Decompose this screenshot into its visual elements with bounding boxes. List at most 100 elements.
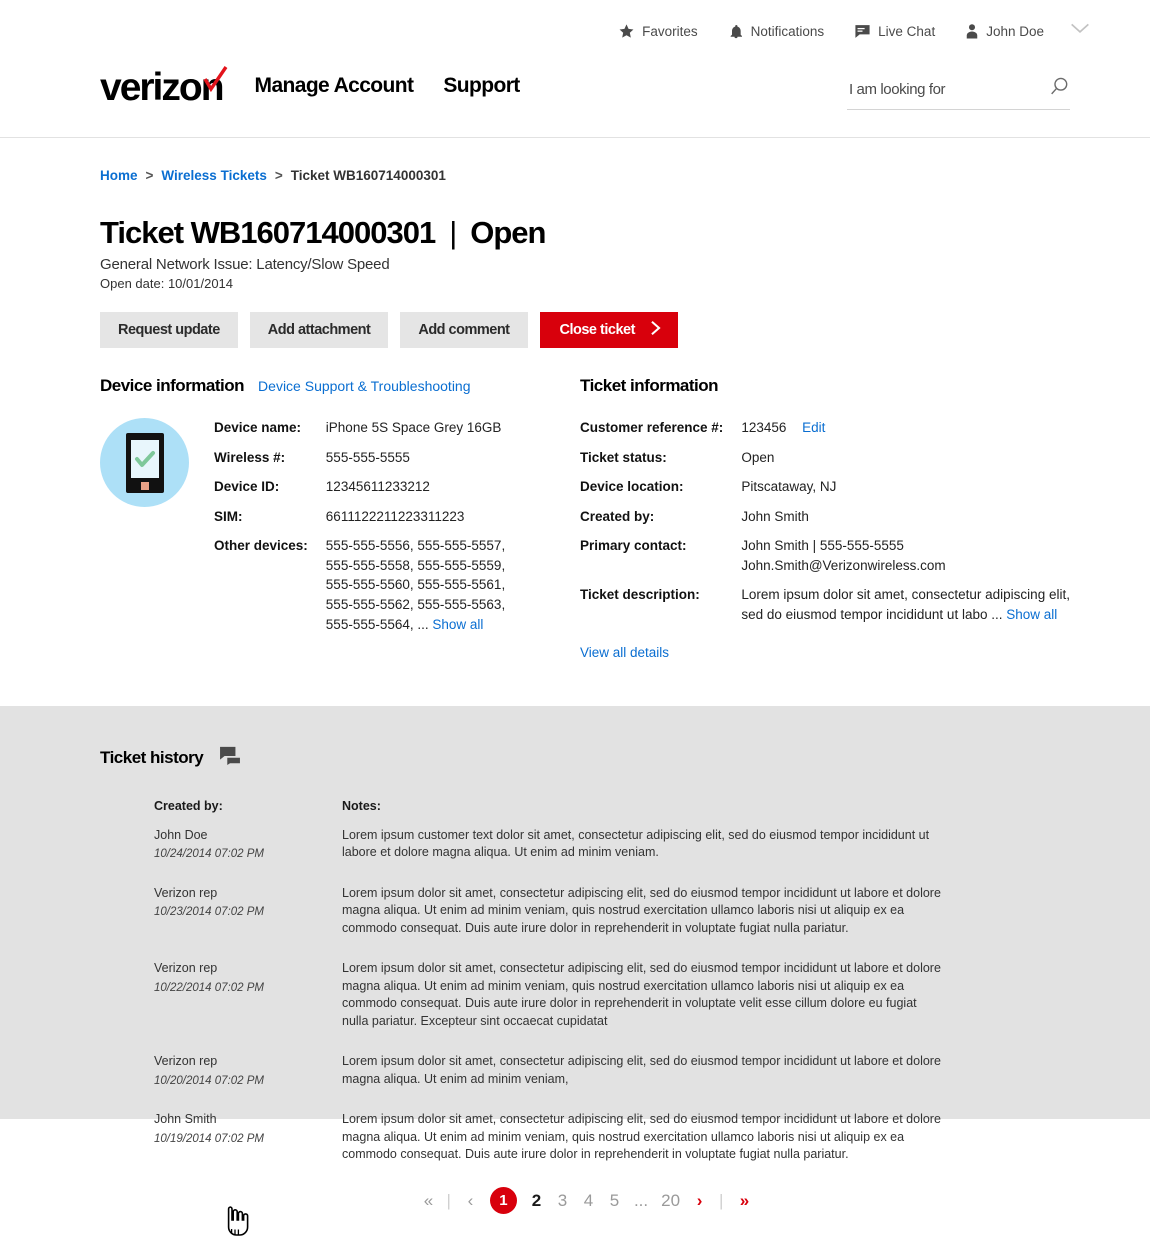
nav-manage-account[interactable]: Manage Account [255,74,414,98]
history-author-cell: Verizon rep 10/20/2014 07:02 PM [153,1052,341,1110]
utility-item-account[interactable]: John Doe [965,23,1044,40]
column-notes: Notes: [342,798,381,813]
field-label: Created by: [580,508,655,524]
search-icon[interactable] [1048,76,1070,103]
account-dropdown-toggle[interactable] [1070,22,1090,40]
table-row: Device location: Pitscataway, NJ [580,477,1070,507]
utility-item-notifications[interactable]: Notifications [728,23,825,40]
primary-contact-name-phone: John Smith | 555-555-5555 [741,538,904,554]
history-note: Lorem ipsum dolor sit amet, consectetur … [342,960,941,1029]
breadcrumb-wireless-tickets[interactable]: Wireless Tickets [161,168,266,183]
field-label: SIM: [214,508,243,524]
history-note: Lorem ipsum dolor sit amet, consectetur … [342,1053,941,1086]
pagination-last[interactable]: » [736,1191,749,1211]
table-row: Created by: John Smith [580,507,1070,537]
pagination-first[interactable]: « [421,1191,434,1211]
mouse-cursor-pointer-icon [224,1205,250,1242]
close-ticket-button[interactable]: Close ticket [539,312,678,348]
table-row: SIM: 6611122211223311223 [214,507,516,537]
utility-item-label: Notifications [750,23,825,39]
nav-support[interactable]: Support [443,74,520,98]
device-panel-title: Device information [100,376,245,395]
add-attachment-button[interactable]: Add attachment [249,312,389,348]
utility-item-label: Live Chat [878,23,936,39]
table-row: Customer reference #: 123456 Edit [580,418,1070,448]
column-created-by: Created by: [154,798,223,813]
primary-nav: Manage Account Support [255,74,521,98]
table-row: Other devices: 555-555-5556, 555-555-555… [214,536,516,644]
utility-item-label: John Doe [986,23,1044,39]
history-author: John Smith [154,1111,217,1126]
close-ticket-label: Close ticket [559,322,636,338]
field-value: Open [741,449,775,465]
history-author-cell: Verizon rep 10/22/2014 07:02 PM [153,959,341,1052]
pagination-page-3[interactable]: 3 [556,1191,569,1211]
primary-contact-value: John Smith | 555-555-5555 John.Smith@Ver… [741,536,1070,585]
description-show-all-link[interactable]: Show all [1006,607,1057,622]
add-comment-button[interactable]: Add comment [400,312,528,348]
chevron-down-icon [1070,22,1090,40]
history-timestamp: 10/20/2014 07:02 PM [154,1074,264,1087]
field-label: Wireless #: [214,449,286,465]
info-panels: Device information Device Support & Trou… [100,376,1070,660]
breadcrumb-current: Ticket WB160714000301 [290,168,446,183]
table-row: Ticket status: Open [580,448,1070,478]
utility-bar: Favorites Notifications Live Chat John D… [0,0,1150,62]
history-author-cell: Verizon rep 10/23/2014 07:02 PM [153,884,341,959]
ticket-subtitle: General Network Issue: Latency/Slow Spee… [100,256,390,273]
chat-bubble-icon [219,746,241,770]
page-content: Home > Wireless Tickets > Ticket WB16071… [0,168,1150,660]
table-row: Device name: iPhone 5S Space Grey 16GB [214,418,516,448]
request-update-button[interactable]: Request update [100,312,238,348]
table-row: Verizon rep 10/20/2014 07:02 PM Lorem ip… [153,1052,943,1110]
history-author: Verizon rep [154,960,218,975]
table-row: Device ID: 12345611233212 [214,477,516,507]
device-panel-header: Device information Device Support & Trou… [100,376,580,396]
table-row: John Smith 10/19/2014 07:02 PM Lorem ips… [153,1110,943,1185]
ticket-history-header: Ticket history [100,746,1070,770]
table-row: Ticket description: Lorem ipsum dolor si… [580,585,1070,634]
primary-contact-label: Primary contact: [580,538,687,554]
table-header-row: Created by: Notes: [153,798,943,826]
utility-item-favorites[interactable]: Favorites [618,23,698,40]
pagination-prev[interactable]: ‹ [464,1191,477,1211]
breadcrumb: Home > Wireless Tickets > Ticket WB16071… [100,168,1070,183]
history-note: Lorem ipsum dolor sit amet, consectetur … [342,1111,941,1162]
pagination-page-5[interactable]: 5 [608,1191,621,1211]
breadcrumb-separator: > [145,168,154,183]
verizon-logo[interactable]: verizon [100,66,227,107]
pagination-next[interactable]: › [693,1191,706,1211]
field-value: Pitscataway, NJ [741,479,837,495]
pagination: « | ‹ 1 2 3 4 5 ... 20 › | » [100,1187,1070,1236]
utility-item-live-chat[interactable]: Live Chat [854,23,935,40]
main-header: verizon Manage Account Support [0,62,1150,138]
history-timestamp: 10/23/2014 07:02 PM [154,906,264,919]
verizon-checkmark-icon [202,60,228,93]
ticket-number: Ticket WB160714000301 [100,215,436,250]
pagination-page-20[interactable]: 20 [661,1191,680,1211]
person-icon [965,23,979,40]
field-label: Device location: [580,479,684,495]
history-author: Verizon rep [154,885,218,900]
device-fields-table: Device name: iPhone 5S Space Grey 16GB W… [214,418,516,644]
other-devices-show-all-link[interactable]: Show all [432,617,483,632]
search-input[interactable] [847,80,1027,99]
customer-reference-label: Customer reference #: [580,420,724,435]
star-icon [618,23,635,40]
pagination-page-1[interactable]: 1 [489,1187,517,1215]
edit-customer-reference-link[interactable]: Edit [802,420,825,435]
history-author-cell: John Smith 10/19/2014 07:02 PM [153,1110,341,1185]
device-support-link[interactable]: Device Support & Troubleshooting [258,378,470,394]
view-all-details-link[interactable]: View all details [580,645,1070,660]
breadcrumb-home[interactable]: Home [100,168,138,183]
pagination-page-2[interactable]: 2 [530,1191,543,1211]
device-icon-wrap [100,418,192,644]
title-divider: | [449,215,457,250]
pagination-page-4[interactable]: 4 [582,1191,595,1211]
ticket-status-heading: Open [470,215,546,250]
history-timestamp: 10/22/2014 07:02 PM [154,981,264,994]
ticket-fields-table: Customer reference #: 123456 Edit Ticket… [580,418,1070,635]
customer-reference-number: 123456 [741,420,787,435]
phone-check-icon [100,418,189,507]
field-value: 6611122211223311223 [325,508,465,524]
